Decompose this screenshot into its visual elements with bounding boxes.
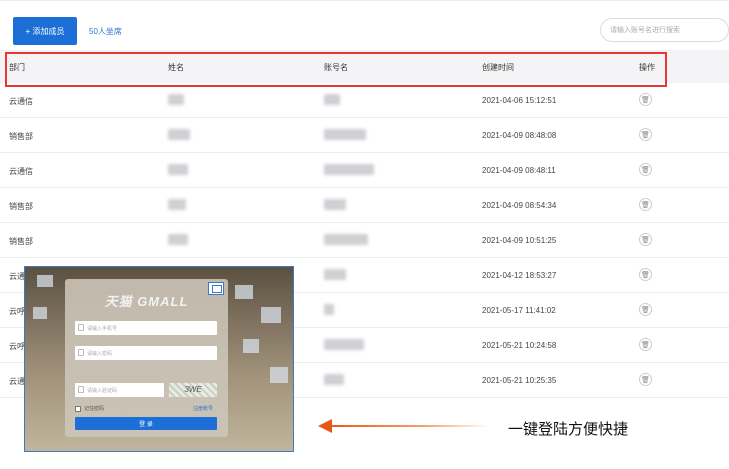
captcha-placeholder: 请输入验证码	[87, 387, 118, 394]
password-field[interactable]: 请输入密码	[75, 346, 217, 360]
delete-icon[interactable]: 🗑	[639, 198, 652, 211]
add-member-label: + 添加成员	[25, 26, 65, 36]
shield-icon	[78, 386, 84, 393]
login-card: 天猫 GMALL 请输入手机号 请输入密码 请输入验证码 3WE 记住密码 注册…	[65, 279, 228, 437]
cell-name-redacted	[168, 199, 186, 210]
delete-icon[interactable]: 🗑	[639, 268, 652, 281]
sticky-note	[243, 339, 259, 353]
cell-created: 2021-05-21 10:25:35	[482, 376, 557, 385]
user-icon	[78, 324, 84, 331]
table-row: 销售部 2021-04-09 08:48:08 🗑	[0, 118, 729, 153]
header-highlight-box	[5, 52, 667, 87]
arrow-shaft	[330, 425, 490, 427]
cell-name-redacted	[168, 94, 184, 105]
captcha-image[interactable]: 3WE	[169, 383, 217, 397]
cell-created: 2021-04-09 08:48:11	[482, 166, 556, 175]
toolbar: + 添加成员 50人坐席 请输入账号名进行搜索	[0, 12, 729, 48]
delete-icon[interactable]: 🗑	[639, 93, 652, 106]
delete-icon[interactable]: 🗑	[639, 338, 652, 351]
sticky-note	[33, 307, 47, 319]
sticky-note	[37, 275, 53, 287]
delete-icon[interactable]: 🗑	[639, 303, 652, 316]
cell-created: 2021-05-17 11:41:02	[482, 306, 556, 315]
delete-icon[interactable]: 🗑	[639, 163, 652, 176]
cell-dept: 销售部	[9, 132, 33, 141]
cell-created: 2021-05-21 10:24:58	[482, 341, 557, 350]
cell-created: 2021-04-06 15:12:51	[482, 96, 557, 105]
cell-account-redacted	[324, 269, 346, 280]
table-row: 云通信 2021-04-09 08:48:11 🗑	[0, 153, 729, 188]
remember-label: 记住密码	[84, 406, 105, 412]
cell-account-redacted	[324, 164, 374, 175]
cell-dept: 云通信	[9, 167, 33, 176]
cell-name-redacted	[168, 164, 188, 175]
checkbox-icon	[75, 405, 81, 412]
sticky-note	[261, 307, 281, 323]
sticky-note	[235, 285, 253, 299]
cell-name-redacted	[168, 129, 190, 140]
register-link[interactable]: 注册账号	[193, 405, 213, 412]
cell-account-redacted	[324, 374, 344, 385]
cell-dept: 云呼	[9, 307, 25, 316]
cell-account-redacted	[324, 339, 364, 350]
table-row: 销售部 2021-04-09 08:54:34 🗑	[0, 188, 729, 223]
cell-created: 2021-04-09 10:51:25	[482, 236, 557, 245]
remember-password-checkbox[interactable]: 记住密码	[75, 405, 104, 412]
cell-dept: 销售部	[9, 202, 33, 211]
cell-account-redacted	[324, 199, 346, 210]
cell-created: 2021-04-09 08:48:08	[482, 131, 557, 140]
brand-logo: 天猫 GMALL	[104, 294, 189, 309]
table-row: 云通信 2021-04-06 15:12:51 🗑	[0, 83, 729, 118]
cell-dept: 云呼	[9, 342, 25, 351]
username-field[interactable]: 请输入手机号	[75, 321, 217, 335]
password-placeholder: 请输入密码	[87, 350, 113, 357]
delete-icon[interactable]: 🗑	[639, 373, 652, 386]
captcha-field[interactable]: 请输入验证码	[75, 383, 164, 397]
username-placeholder: 请输入手机号	[87, 325, 118, 332]
cell-name-redacted	[168, 234, 188, 245]
delete-icon[interactable]: 🗑	[639, 128, 652, 141]
login-button[interactable]: 登 录	[75, 417, 217, 430]
sticky-note	[270, 367, 288, 383]
top-divider	[0, 0, 729, 1]
cell-created: 2021-04-09 08:54:34	[482, 201, 557, 210]
table-row: 销售部 2021-04-09 10:51:25 🗑	[0, 223, 729, 258]
caption-text: 一键登陆方便快捷	[508, 420, 629, 438]
add-member-button[interactable]: + 添加成员	[13, 17, 77, 45]
cell-dept: 云通	[9, 272, 25, 281]
cell-account-redacted	[324, 304, 334, 315]
cell-account-redacted	[324, 234, 368, 245]
delete-icon[interactable]: 🗑	[639, 233, 652, 246]
cell-dept: 销售部	[9, 237, 33, 246]
seat-count-link[interactable]: 50人坐席	[89, 26, 122, 37]
cell-account-redacted	[324, 129, 366, 140]
cell-dept: 云通信	[9, 97, 33, 106]
search-input[interactable]: 请输入账号名进行搜索	[600, 18, 729, 42]
lock-icon	[78, 349, 84, 356]
login-screenshot: 天猫 GMALL 请输入手机号 请输入密码 请输入验证码 3WE 记住密码 注册…	[24, 266, 294, 452]
cell-created: 2021-04-12 18:53:27	[482, 271, 557, 280]
cell-dept: 云通	[9, 377, 25, 386]
cell-account-redacted	[324, 94, 340, 105]
